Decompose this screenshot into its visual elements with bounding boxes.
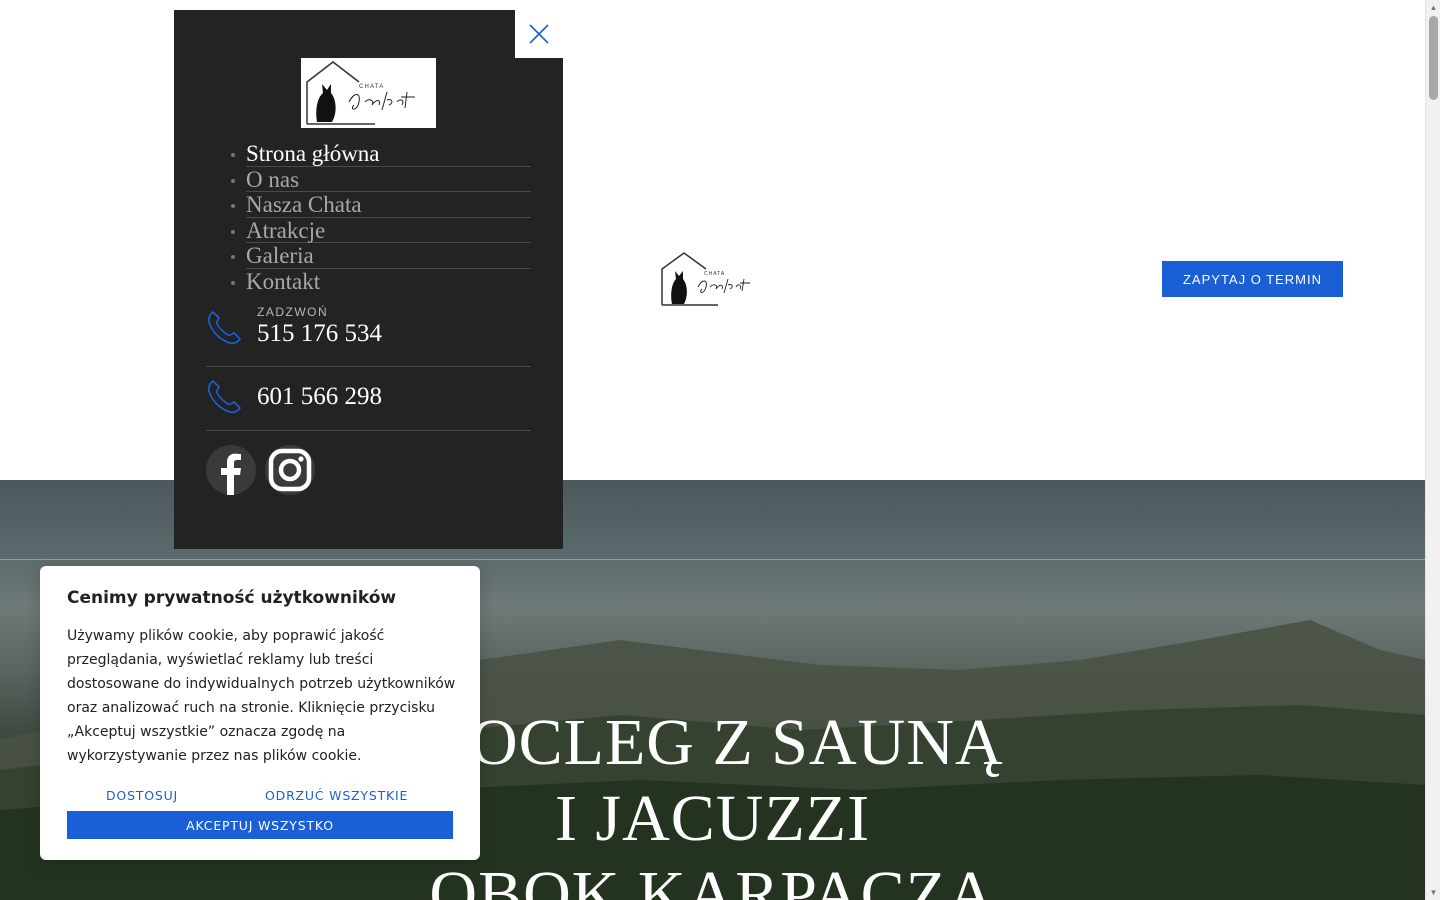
page-scrollbar[interactable]: ▲ ▼ <box>1425 0 1440 900</box>
facebook-icon <box>206 445 256 495</box>
phone-contact-2[interactable]: 601 566 298 <box>206 367 531 431</box>
phone-number-2[interactable]: 601 566 298 <box>257 383 382 411</box>
accept-all-cookies-button[interactable]: AKCEPTUJ WSZYSTKO <box>67 811 453 839</box>
hero-title-line-3: OBOK KARPACZA <box>429 858 996 900</box>
phone-contact-1[interactable]: ZADZWOŃ 515 176 534 <box>206 302 531 367</box>
scroll-down-arrow-icon[interactable]: ▼ <box>1429 888 1438 897</box>
phone-number-1[interactable]: 515 176 534 <box>257 320 382 348</box>
close-menu-button[interactable] <box>515 10 563 58</box>
facebook-link[interactable] <box>206 445 256 495</box>
menu-item-gallery[interactable]: Galeria <box>231 243 531 269</box>
site-logo[interactable]: CHATA <box>658 249 768 309</box>
scrollbar-thumb[interactable] <box>1429 16 1438 100</box>
menu-list: Strona główna O nas Nasza Chata Atrakcje… <box>231 141 531 295</box>
menu-item-home[interactable]: Strona główna <box>231 141 531 167</box>
cookie-title: Cenimy prywatność użytkowników <box>67 588 397 608</box>
reject-all-cookies-button[interactable]: ODRZUĆ WSZYSTKIE <box>265 788 408 803</box>
svg-text:CHATA: CHATA <box>704 271 725 277</box>
scroll-up-arrow-icon[interactable]: ▲ <box>1429 3 1438 12</box>
menu-item-attractions[interactable]: Atrakcje <box>231 218 531 244</box>
menu-item-our-cottage[interactable]: Nasza Chata <box>231 192 531 218</box>
cookie-consent-dialog: Cenimy prywatność użytkowników Używamy p… <box>40 566 480 860</box>
hero-divider <box>0 559 1425 560</box>
menu-logo[interactable]: CHATA <box>301 58 436 128</box>
phone-icon <box>207 311 241 345</box>
cookie-description: Używamy plików cookie, aby poprawić jako… <box>67 628 456 764</box>
phone-icon <box>207 380 241 414</box>
instagram-icon <box>265 445 315 495</box>
ask-date-button[interactable]: ZAPYTAJ O TERMIN <box>1162 261 1343 297</box>
menu-item-about[interactable]: O nas <box>231 167 531 193</box>
instagram-link[interactable] <box>265 445 315 495</box>
svg-text:CHATA: CHATA <box>359 84 384 90</box>
menu-item-contact[interactable]: Kontakt <box>231 269 531 295</box>
call-label: ZADZWOŃ <box>257 305 329 319</box>
close-icon <box>529 24 549 44</box>
customize-cookies-button[interactable]: DOSTOSUJ <box>106 788 178 803</box>
